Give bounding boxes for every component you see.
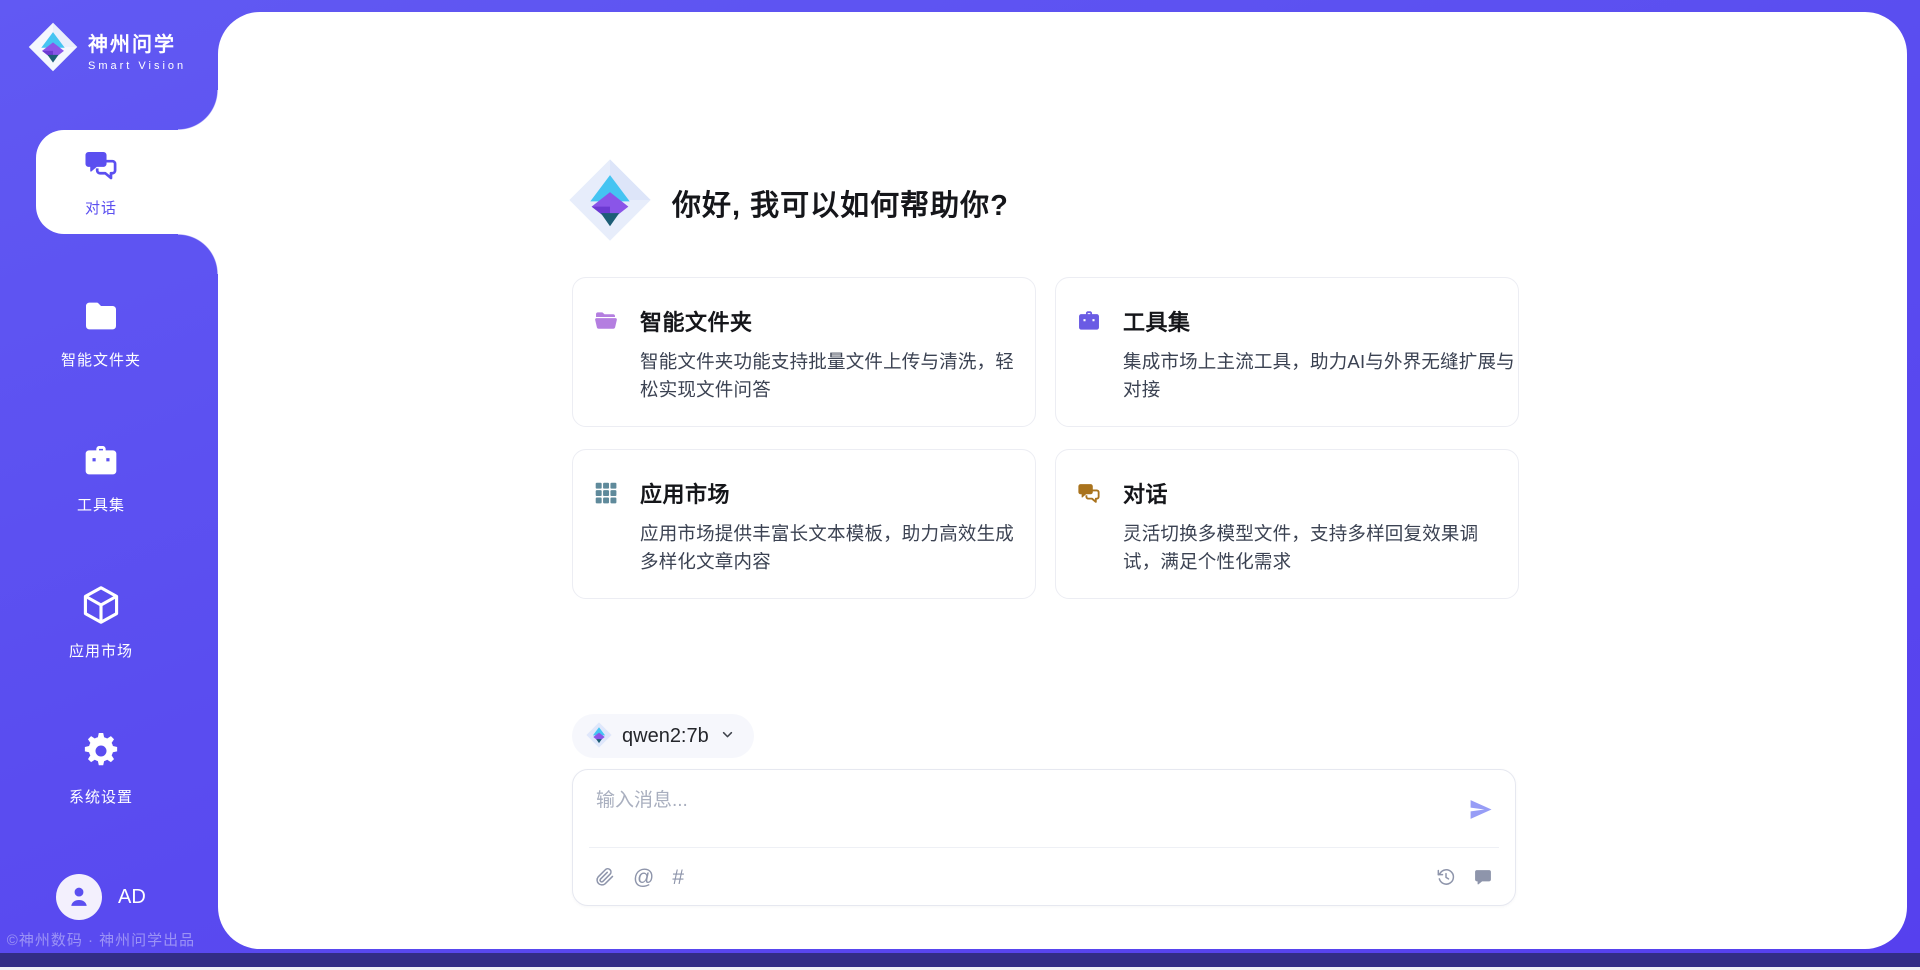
card-app-market[interactable]: 应用市场 应用市场提供丰富长文本模板，助力高效生成多样化文章内容 <box>572 449 1036 599</box>
sidebar-item-smart-folder[interactable]: 智能文件夹 <box>0 296 202 370</box>
card-title: 应用市场 <box>640 477 730 509</box>
model-logo-icon <box>586 722 612 751</box>
message-input[interactable] <box>596 785 1426 839</box>
app-subtitle: Smart Vision <box>88 60 186 72</box>
chat-bubble-icon <box>1473 867 1493 887</box>
brand-logo-icon <box>28 22 78 77</box>
chat-icon <box>82 146 120 189</box>
person-icon <box>65 883 93 911</box>
sidebar-item-label: 对话 <box>85 197 117 218</box>
sidebar: 神州问学 Smart Vision 对话 智能文件夹 <box>0 0 218 970</box>
card-description: 智能文件夹功能支持批量文件上传与清洗，轻松实现文件问答 <box>640 348 1032 404</box>
sidebar-item-label: 应用市场 <box>69 640 133 661</box>
app-window: 神州问学 Smart Vision 对话 智能文件夹 <box>0 0 1920 970</box>
brand: 神州问学 Smart Vision <box>28 22 186 77</box>
greeting: 你好, 我可以如何帮助你? <box>568 158 1009 247</box>
model-name: qwen2:7b <box>622 725 709 748</box>
cube-icon <box>79 583 123 632</box>
brand-text: 神州问学 Smart Vision <box>88 28 186 72</box>
model-selector[interactable]: qwen2:7b <box>572 714 754 758</box>
card-title: 智能文件夹 <box>640 305 753 337</box>
hashtag-button[interactable]: # <box>672 867 684 888</box>
card-description: 集成市场上主流工具，助力AI与外界无缝扩展与对接 <box>1123 348 1515 404</box>
mention-button[interactable]: @ <box>633 867 654 888</box>
history-button[interactable] <box>1436 867 1456 887</box>
avatar <box>56 874 102 920</box>
sidebar-item-settings[interactable]: 系统设置 <box>0 729 202 807</box>
greeting-title: 你好, 我可以如何帮助你? <box>672 182 1009 224</box>
card-title: 工具集 <box>1123 305 1191 337</box>
card-chat[interactable]: 对话 灵活切换多模型文件，支持多样回复效果调试，满足个性化需求 <box>1055 449 1519 599</box>
feature-cards: 智能文件夹 智能文件夹功能支持批量文件上传与清洗，轻松实现文件问答 工具集 集成… <box>572 277 1519 599</box>
user-initials: AD <box>118 886 146 909</box>
chat-icon <box>1076 480 1102 506</box>
grid-icon <box>593 480 619 506</box>
message-composer: @ # <box>572 769 1516 906</box>
sidebar-item-label: 系统设置 <box>69 786 133 807</box>
copyright-text: ©神州数码 · 神州问学出品 <box>0 929 202 950</box>
briefcase-icon <box>1076 308 1102 334</box>
composer-toolbar: @ # <box>573 848 1515 906</box>
send-button[interactable] <box>1465 794 1495 824</box>
card-toolset[interactable]: 工具集 集成市场上主流工具，助力AI与外界无缝扩展与对接 <box>1055 277 1519 427</box>
sidebar-item-app-market[interactable]: 应用市场 <box>0 583 202 661</box>
sidebar-item-toolset[interactable]: 工具集 <box>0 441 202 515</box>
footer-strip <box>0 953 1920 967</box>
send-icon <box>1467 796 1494 823</box>
user-profile[interactable]: AD <box>56 874 146 920</box>
folder-icon <box>81 296 121 341</box>
card-description: 应用市场提供丰富长文本模板，助力高效生成多样化文章内容 <box>640 520 1032 576</box>
composer: qwen2:7b @ # <box>572 714 1516 906</box>
gear-icon <box>79 729 123 778</box>
sidebar-item-label: 工具集 <box>77 494 125 515</box>
assistant-logo-icon <box>568 158 652 247</box>
card-title: 对话 <box>1123 477 1168 509</box>
briefcase-icon <box>81 441 121 486</box>
new-chat-button[interactable] <box>1473 867 1493 887</box>
app-title: 神州问学 <box>88 28 186 57</box>
sidebar-item-chat[interactable]: 对话 <box>0 146 202 218</box>
sidebar-item-label: 智能文件夹 <box>61 349 141 370</box>
chevron-down-icon <box>719 726 736 746</box>
card-smart-folder[interactable]: 智能文件夹 智能文件夹功能支持批量文件上传与清洗，轻松实现文件问答 <box>572 277 1036 427</box>
paperclip-icon <box>595 867 615 887</box>
history-icon <box>1436 867 1456 887</box>
attach-button[interactable] <box>595 867 615 887</box>
open-folder-icon <box>593 308 619 334</box>
card-description: 灵活切换多模型文件，支持多样回复效果调试，满足个性化需求 <box>1123 520 1515 576</box>
